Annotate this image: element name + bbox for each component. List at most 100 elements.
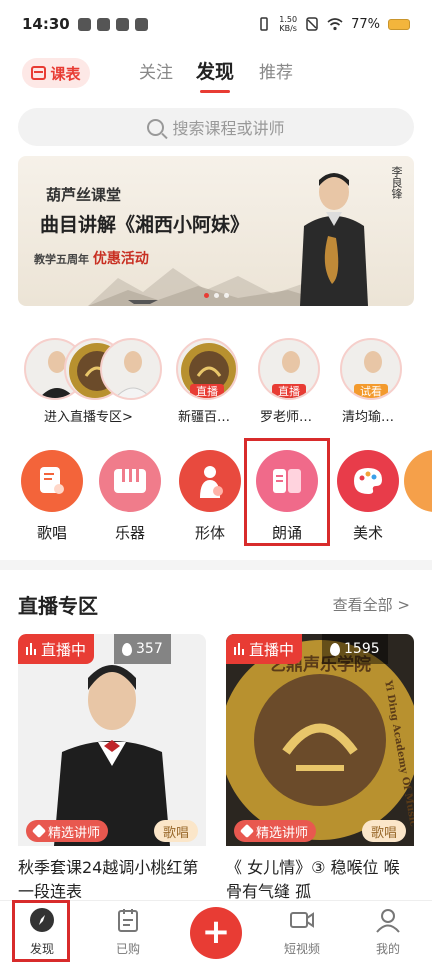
category-singing[interactable]: 歌唱 xyxy=(12,450,92,543)
nav-short-video[interactable]: 短视频 xyxy=(272,907,332,957)
category-art[interactable]: 美术 xyxy=(328,450,408,543)
status-right: 1.50 KB/s 77% xyxy=(257,15,410,33)
selection-highlight xyxy=(244,438,330,546)
app-notification-icon xyxy=(77,17,91,31)
wifi-icon xyxy=(327,18,343,31)
banner-seal: 李良锋 xyxy=(390,166,403,199)
nav-mine[interactable]: 我的 xyxy=(358,907,418,957)
banner-pagination xyxy=(18,293,414,298)
sim-off-icon xyxy=(306,17,318,31)
dancer-icon xyxy=(179,450,241,512)
viewer-count-value: 1595 xyxy=(344,641,380,657)
teacher-photo xyxy=(114,351,152,398)
top-header: 课表 关注 发现 推荐 xyxy=(0,50,432,96)
tutor-label: 精选讲师 xyxy=(256,825,309,841)
live-badge: 直播 xyxy=(272,384,306,398)
status-bar: 14:30 1.50 KB/s 77% xyxy=(0,0,432,48)
nav-label: 短视频 xyxy=(283,942,320,956)
tiktok-icon xyxy=(115,17,129,31)
live-card[interactable]: 艺鼎声乐学院 Yi Ding Academy Of Music 直播中 1595… xyxy=(226,634,414,904)
tab-follow[interactable]: 关注 xyxy=(139,58,173,83)
tab-recommend[interactable]: 推荐 xyxy=(259,58,293,83)
notification-icons xyxy=(77,17,148,31)
live-bars-icon xyxy=(26,643,36,655)
live-teacher-avatar[interactable]: 直播 xyxy=(258,338,320,400)
banner-teacher-image xyxy=(300,173,368,306)
tab-discover[interactable]: 发现 xyxy=(196,57,234,84)
nav-purchased[interactable]: 已购 xyxy=(98,907,158,957)
nav-label: 已购 xyxy=(115,942,140,956)
category-instrument[interactable]: 乐器 xyxy=(90,450,170,543)
see-all-link[interactable]: 查看全部 > xyxy=(333,594,410,615)
live-teacher-name[interactable]: 罗老师… xyxy=(260,406,312,425)
search-bar[interactable]: 搜索课程或讲师 xyxy=(18,108,414,146)
tutor-label: 精选讲师 xyxy=(48,825,101,841)
live-teacher-name[interactable]: 新疆百… xyxy=(178,406,230,425)
nav-selection-highlight xyxy=(12,900,70,962)
search-icon xyxy=(147,118,165,136)
live-teacher-avatar[interactable]: 直播 xyxy=(176,338,238,400)
promo-banner[interactable]: 葫芦丝课堂 曲目讲解《湘西小阿妹》 教学五周年 优惠活动 李良锋 xyxy=(18,156,414,306)
category-row: 歌唱 乐器 形体 朗诵 美术 xyxy=(0,448,432,548)
status-time: 14:30 xyxy=(22,15,70,33)
live-card-thumbnail: 艺鼎声乐学院 Yi Ding Academy Of Music xyxy=(226,634,414,846)
category-label: 形体 xyxy=(194,524,225,542)
category-dance[interactable]: 形体 xyxy=(170,450,250,543)
live-card-title[interactable]: 《 女儿情》③ 稳喉位 喉骨有气缝 孤 xyxy=(226,856,414,904)
category-label: 乐器 xyxy=(114,524,145,542)
live-teacher-avatar[interactable]: 试看 xyxy=(340,338,402,400)
piano-icon xyxy=(99,450,161,512)
diamond-icon xyxy=(239,823,255,839)
category-more-partial[interactable] xyxy=(404,450,432,512)
category-label: 歌唱 xyxy=(36,524,67,542)
nav-label: 我的 xyxy=(375,942,400,956)
schedule-button[interactable]: 课表 xyxy=(22,58,90,88)
featured-tutor-badge: 精选讲师 xyxy=(26,820,109,842)
speed-value: 1.50 xyxy=(279,15,298,24)
video-camera-icon xyxy=(290,912,314,928)
schedule-label: 课表 xyxy=(50,64,81,83)
music-note-icon xyxy=(21,450,83,512)
viewer-count: 357 xyxy=(114,634,171,664)
banner-line2: 曲目讲解《湘西小阿妹》 xyxy=(40,214,250,236)
banner-line3-prefix: 教学五周年 xyxy=(34,253,89,266)
calendar-icon xyxy=(31,66,47,80)
live-card-title[interactable]: 秋季套课24越调小桃红第一段连表 xyxy=(18,856,206,904)
section-divider xyxy=(0,560,432,570)
genre-tag: 歌唱 xyxy=(153,820,198,842)
featured-tutor-badge: 精选讲师 xyxy=(234,820,317,842)
category-label: 美术 xyxy=(352,524,383,542)
flame-icon xyxy=(330,642,340,656)
banner-line3-highlight: 优惠活动 xyxy=(92,251,149,267)
battery-icon xyxy=(388,18,410,30)
banner-dot xyxy=(213,293,219,298)
enter-live-zone-link[interactable]: 进入直播专区> xyxy=(44,406,133,425)
live-entry-avatar[interactable] xyxy=(100,338,162,400)
viewer-count: 1595 xyxy=(322,634,388,664)
viewer-count-value: 357 xyxy=(136,641,163,657)
flame-icon xyxy=(122,642,132,656)
palette-icon xyxy=(337,450,399,512)
banner-dot xyxy=(203,293,209,298)
clipboard-icon xyxy=(118,909,138,932)
live-teacher-name[interactable]: 清均瑜… xyxy=(342,406,394,425)
live-badge: 直播 xyxy=(190,384,224,398)
create-plus-button[interactable]: + xyxy=(190,907,242,959)
crown-icon xyxy=(96,17,110,31)
live-label: 直播中 xyxy=(249,640,295,659)
live-card[interactable]: 直播中 357 精选讲师 歌唱 秋季套课24越调小桃红第一段连表 xyxy=(18,634,206,904)
search-placeholder: 搜索课程或讲师 xyxy=(172,119,285,138)
battery-percent: 77% xyxy=(351,16,380,32)
trial-badge: 试看 xyxy=(354,384,388,398)
vibrate-icon xyxy=(260,17,269,31)
genre-tag: 歌唱 xyxy=(361,820,406,842)
user-icon xyxy=(376,909,400,933)
live-label: 直播中 xyxy=(41,640,87,659)
banner-line1: 葫芦丝课堂 xyxy=(46,186,122,204)
live-status-badge: 直播中 xyxy=(226,634,303,664)
live-avatars-row: 进入直播专区> 直播 新疆百… 直播 罗老师… 试看 清均瑜… xyxy=(0,330,432,430)
diamond-icon xyxy=(31,823,47,839)
category-partial-icon xyxy=(404,450,432,512)
speed-unit: KB/s xyxy=(279,24,297,33)
banner-dot xyxy=(223,293,229,298)
